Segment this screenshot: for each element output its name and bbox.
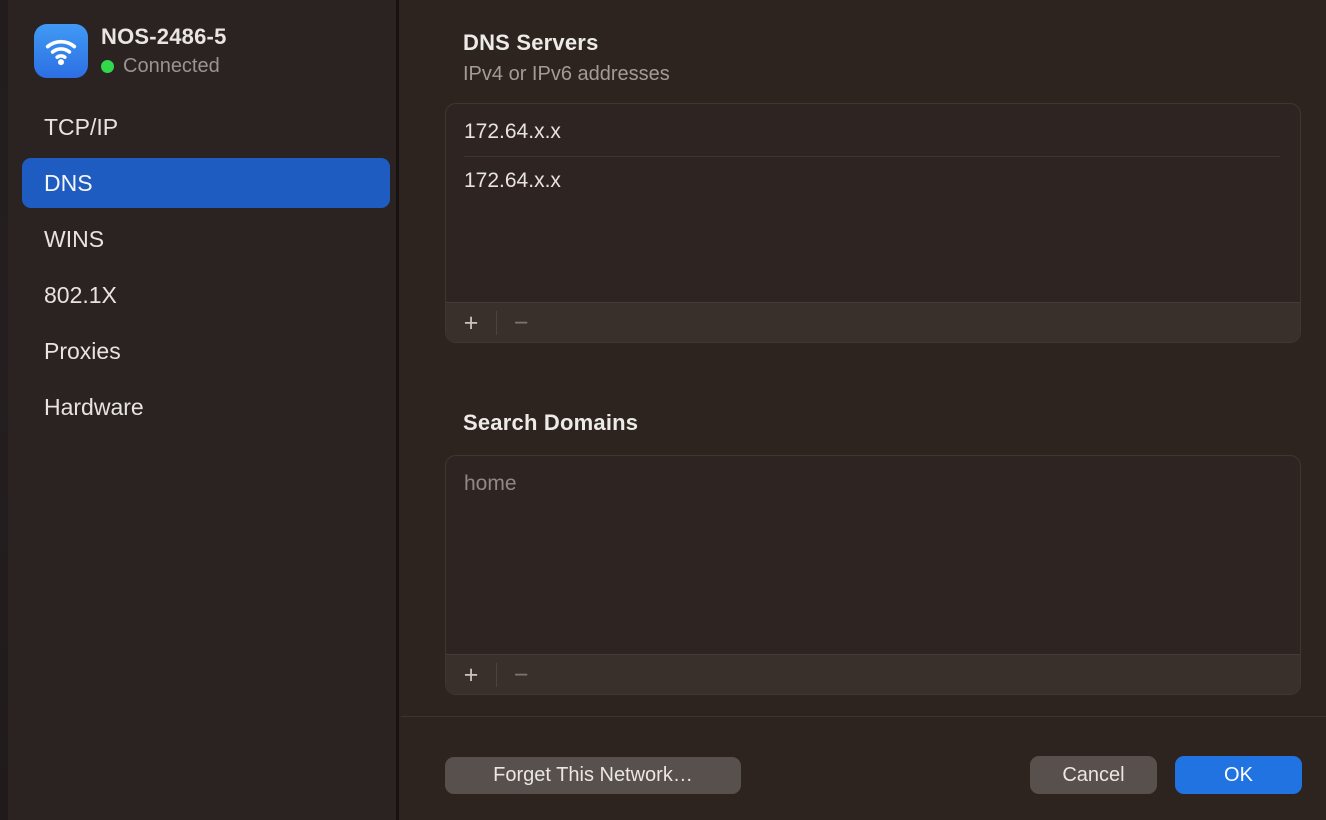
dns-server-row[interactable]: 172.64.x.x <box>446 157 1300 205</box>
sidebar-item-8021x[interactable]: 802.1X <box>22 270 390 320</box>
dns-servers-list: 172.64.x.x 172.64.x.x <box>446 104 1300 205</box>
sidebar-item-wins[interactable]: WINS <box>22 214 390 264</box>
sidebar-item-proxies[interactable]: Proxies <box>22 326 390 376</box>
forget-network-button[interactable]: Forget This Network… <box>445 757 741 794</box>
wifi-network-details-dialog: NOS-2486-5 Connected TCP/IP DNS WINS 802… <box>0 0 1326 820</box>
search-domains-list-toolbar: + − <box>446 654 1300 694</box>
dns-servers-subtitle: IPv4 or IPv6 addresses <box>463 63 670 86</box>
sidebar-item-dns[interactable]: DNS <box>22 158 390 208</box>
dns-server-row[interactable]: 172.64.x.x <box>446 108 1300 156</box>
sidebar-nav: TCP/IP DNS WINS 802.1X Proxies Hardware <box>22 102 390 438</box>
remove-search-domain-button[interactable]: − <box>497 656 545 694</box>
main-pane: DNS Servers IPv4 or IPv6 addresses 172.6… <box>401 0 1326 820</box>
network-status-label: Connected <box>123 55 220 78</box>
network-name: NOS-2486-5 <box>101 24 227 50</box>
dns-servers-header: DNS Servers IPv4 or IPv6 addresses <box>463 30 670 86</box>
network-status: Connected <box>101 55 227 78</box>
network-header: NOS-2486-5 Connected <box>34 24 227 78</box>
sidebar: NOS-2486-5 Connected TCP/IP DNS WINS 802… <box>8 0 399 820</box>
remove-dns-server-button[interactable]: − <box>497 304 545 342</box>
search-domains-list-box: home + − <box>445 455 1301 695</box>
window-edge <box>0 0 8 820</box>
search-domains-list: home <box>446 456 1300 508</box>
add-dns-server-button[interactable]: + <box>446 304 496 342</box>
ok-button[interactable]: OK <box>1175 756 1302 794</box>
search-domains-header: Search Domains <box>463 410 638 436</box>
sidebar-item-tcpip[interactable]: TCP/IP <box>22 102 390 152</box>
dns-servers-title: DNS Servers <box>463 30 670 56</box>
cancel-button[interactable]: Cancel <box>1030 756 1157 794</box>
footer-divider <box>401 716 1326 717</box>
search-domain-row[interactable]: home <box>446 460 1300 508</box>
dns-servers-list-toolbar: + − <box>446 302 1300 342</box>
connected-dot-icon <box>101 60 114 73</box>
network-info: NOS-2486-5 Connected <box>101 24 227 78</box>
wifi-icon <box>34 24 88 78</box>
search-domains-title: Search Domains <box>463 410 638 436</box>
sidebar-item-hardware[interactable]: Hardware <box>22 382 390 432</box>
add-search-domain-button[interactable]: + <box>446 656 496 694</box>
dns-servers-list-box: 172.64.x.x 172.64.x.x + − <box>445 103 1301 343</box>
